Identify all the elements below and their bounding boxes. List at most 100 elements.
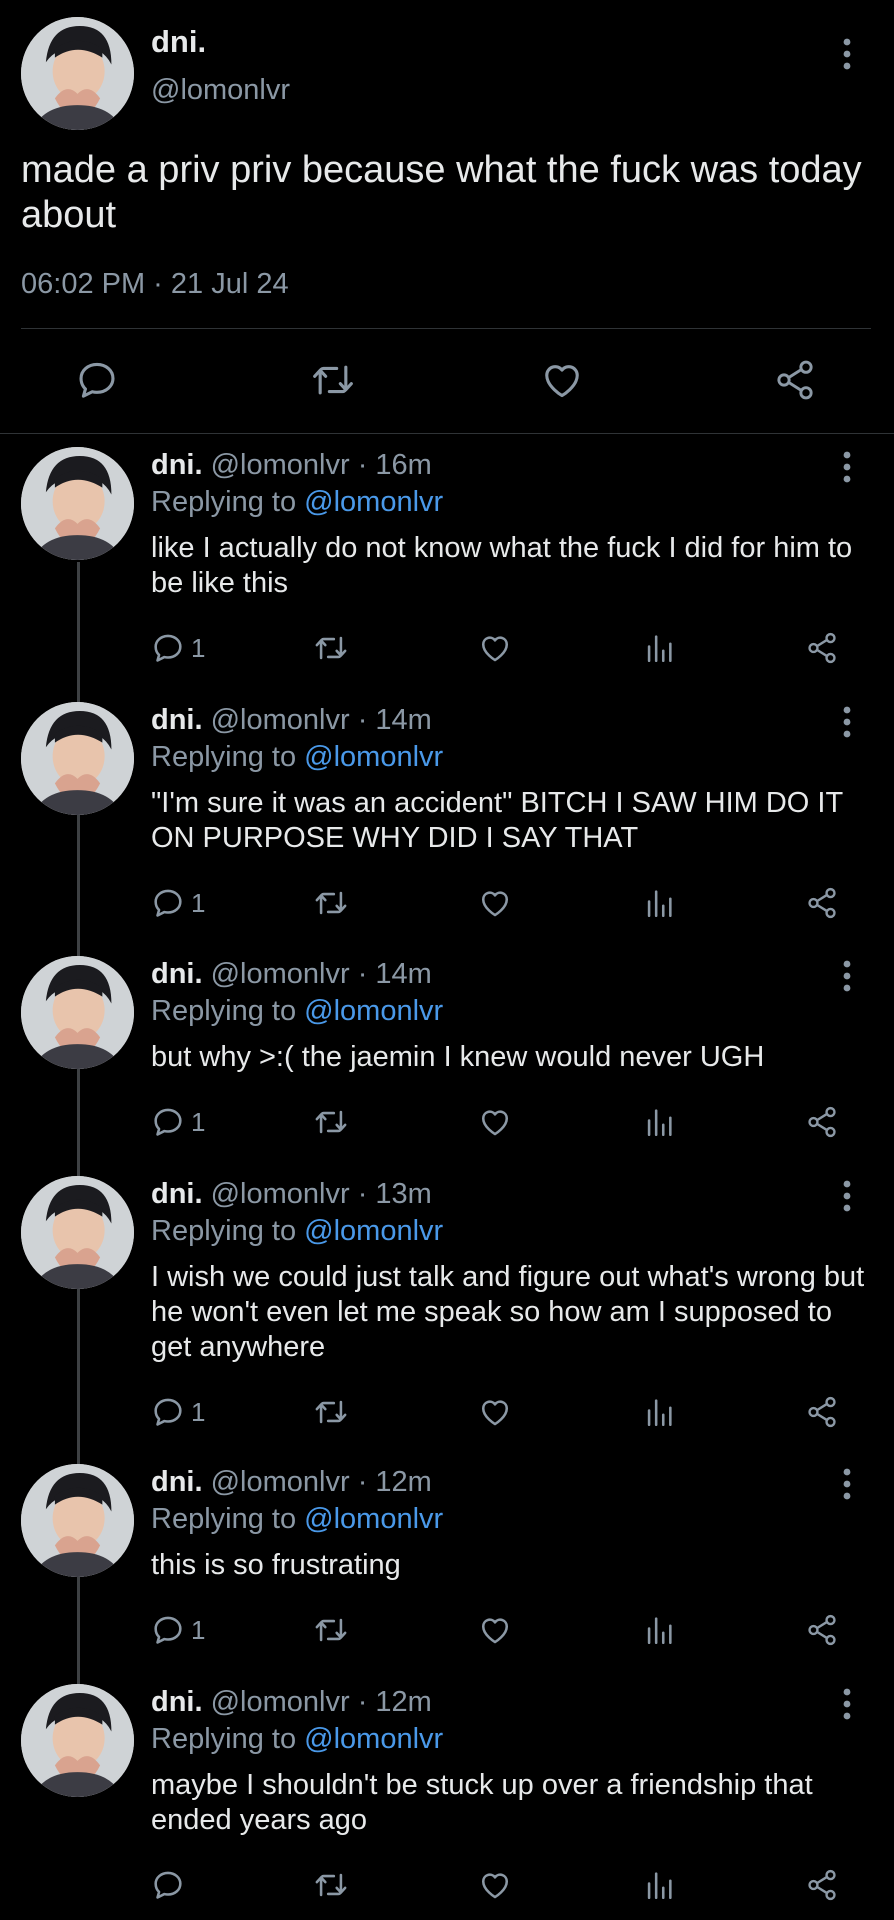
author-name[interactable]: dni.: [151, 1686, 203, 1718]
more-vertical-icon[interactable]: [835, 36, 859, 72]
views-button[interactable]: [642, 631, 676, 665]
replying-to: Replying to @lomonlvr: [151, 1213, 443, 1249]
retweet-button[interactable]: [312, 1613, 350, 1647]
replying-to-handle[interactable]: @lomonlvr: [304, 1503, 443, 1535]
author-meta: @lomonlvr · 12m: [210, 1686, 432, 1718]
like-button[interactable]: [478, 1613, 512, 1647]
avatar[interactable]: [21, 1176, 134, 1289]
reply-button[interactable]: 1: [151, 1105, 205, 1139]
reply-header: dni. @lomonlvr · 12m: [151, 1464, 432, 1500]
like-button[interactable]: [478, 886, 512, 920]
reply-header: dni. @lomonlvr · 12m: [151, 1684, 432, 1720]
retweet-icon: [315, 891, 347, 915]
retweet-icon: [315, 1618, 347, 1642]
avatar[interactable]: [21, 17, 134, 130]
reply-header: dni. @lomonlvr · 14m: [151, 956, 432, 992]
reply-button[interactable]: 1: [151, 1395, 205, 1429]
reply-button[interactable]: [75, 358, 119, 402]
more-vertical-icon[interactable]: [835, 449, 859, 485]
like-button[interactable]: [478, 1395, 512, 1429]
share-button[interactable]: [805, 886, 839, 920]
retweet-button[interactable]: [312, 886, 350, 920]
more-vertical-icon[interactable]: [835, 1178, 859, 1214]
reply-button[interactable]: [151, 1868, 191, 1902]
more-vertical-icon[interactable]: [835, 704, 859, 740]
retweet-icon: [313, 365, 353, 395]
retweet-button[interactable]: [312, 1395, 350, 1429]
analytics-icon: [647, 1872, 672, 1900]
author-meta: @lomonlvr · 16m: [210, 449, 432, 481]
retweet-button[interactable]: [312, 631, 350, 665]
reply-button[interactable]: 1: [151, 886, 205, 920]
tweet-text: made a priv priv because what the fuck w…: [21, 149, 862, 236]
like-button[interactable]: [478, 1868, 512, 1902]
retweet-button[interactable]: [312, 1868, 350, 1902]
like-button[interactable]: [478, 631, 512, 665]
more-vertical-icon[interactable]: [835, 1466, 859, 1502]
retweet-button[interactable]: [312, 1105, 350, 1139]
replying-to-handle[interactable]: @lomonlvr: [304, 1723, 443, 1755]
views-button[interactable]: [642, 1613, 676, 1647]
replying-to: Replying to @lomonlvr: [151, 1501, 443, 1537]
tweet-timestamp: 06:02 PM · 21 Jul 24: [21, 268, 289, 300]
reply-count: 1: [191, 1614, 206, 1645]
more-vertical-icon[interactable]: [835, 1686, 859, 1722]
speech-bubble-icon: [154, 1398, 182, 1426]
author-name[interactable]: dni.: [151, 958, 203, 990]
speech-bubble-icon: [154, 1108, 182, 1136]
speech-bubble-icon: [154, 634, 182, 662]
reply-button[interactable]: 1: [151, 631, 205, 665]
analytics-icon: [647, 1109, 672, 1137]
speech-bubble-icon: [79, 362, 115, 398]
like-button[interactable]: [540, 358, 584, 402]
reply-count: 1: [191, 887, 206, 918]
author-meta: @lomonlvr · 12m: [210, 1466, 432, 1498]
heart-icon: [481, 891, 509, 917]
share-button[interactable]: [805, 1395, 839, 1429]
author-name[interactable]: dni.: [151, 24, 206, 60]
avatar[interactable]: [21, 702, 134, 815]
share-button[interactable]: [805, 1868, 839, 1902]
author-name[interactable]: dni.: [151, 449, 203, 481]
avatar[interactable]: [21, 956, 134, 1069]
reply-text: I wish we could just talk and figure out…: [151, 1261, 865, 1363]
replying-to-handle[interactable]: @lomonlvr: [304, 1215, 443, 1247]
heart-icon: [481, 1873, 509, 1899]
views-button[interactable]: [642, 1105, 676, 1139]
author-meta: @lomonlvr · 13m: [210, 1178, 432, 1210]
share-button[interactable]: [805, 631, 839, 665]
views-button[interactable]: [642, 1395, 676, 1429]
replying-to-label: Replying to: [151, 741, 297, 773]
reply-header: dni. @lomonlvr · 13m: [151, 1176, 432, 1212]
views-button[interactable]: [642, 1868, 676, 1902]
author-handle[interactable]: @lomonlvr: [151, 74, 290, 107]
avatar[interactable]: [21, 447, 134, 560]
avatar[interactable]: [21, 1464, 134, 1577]
replying-to-handle[interactable]: @lomonlvr: [304, 741, 443, 773]
views-button[interactable]: [642, 886, 676, 920]
replying-to: Replying to @lomonlvr: [151, 993, 443, 1029]
share-icon: [808, 1869, 836, 1901]
share-button[interactable]: [772, 358, 818, 402]
heart-icon: [545, 365, 579, 398]
author-name[interactable]: dni.: [151, 1178, 203, 1210]
author-name[interactable]: dni.: [151, 704, 203, 736]
more-vertical-icon[interactable]: [835, 958, 859, 994]
author-name[interactable]: dni.: [151, 1466, 203, 1498]
like-button[interactable]: [478, 1105, 512, 1139]
reply-header: dni. @lomonlvr · 14m: [151, 702, 432, 738]
analytics-icon: [647, 890, 672, 918]
avatar[interactable]: [21, 1684, 134, 1797]
replying-to-handle[interactable]: @lomonlvr: [304, 995, 443, 1027]
share-icon: [808, 1614, 836, 1646]
analytics-icon: [647, 635, 672, 663]
replying-to-handle[interactable]: @lomonlvr: [304, 486, 443, 518]
share-button[interactable]: [805, 1105, 839, 1139]
share-button[interactable]: [805, 1613, 839, 1647]
retweet-button[interactable]: [308, 358, 358, 402]
retweet-icon: [315, 1400, 347, 1424]
retweet-icon: [315, 636, 347, 660]
analytics-icon: [647, 1399, 672, 1427]
heart-icon: [481, 1618, 509, 1644]
reply-button[interactable]: 1: [151, 1613, 205, 1647]
